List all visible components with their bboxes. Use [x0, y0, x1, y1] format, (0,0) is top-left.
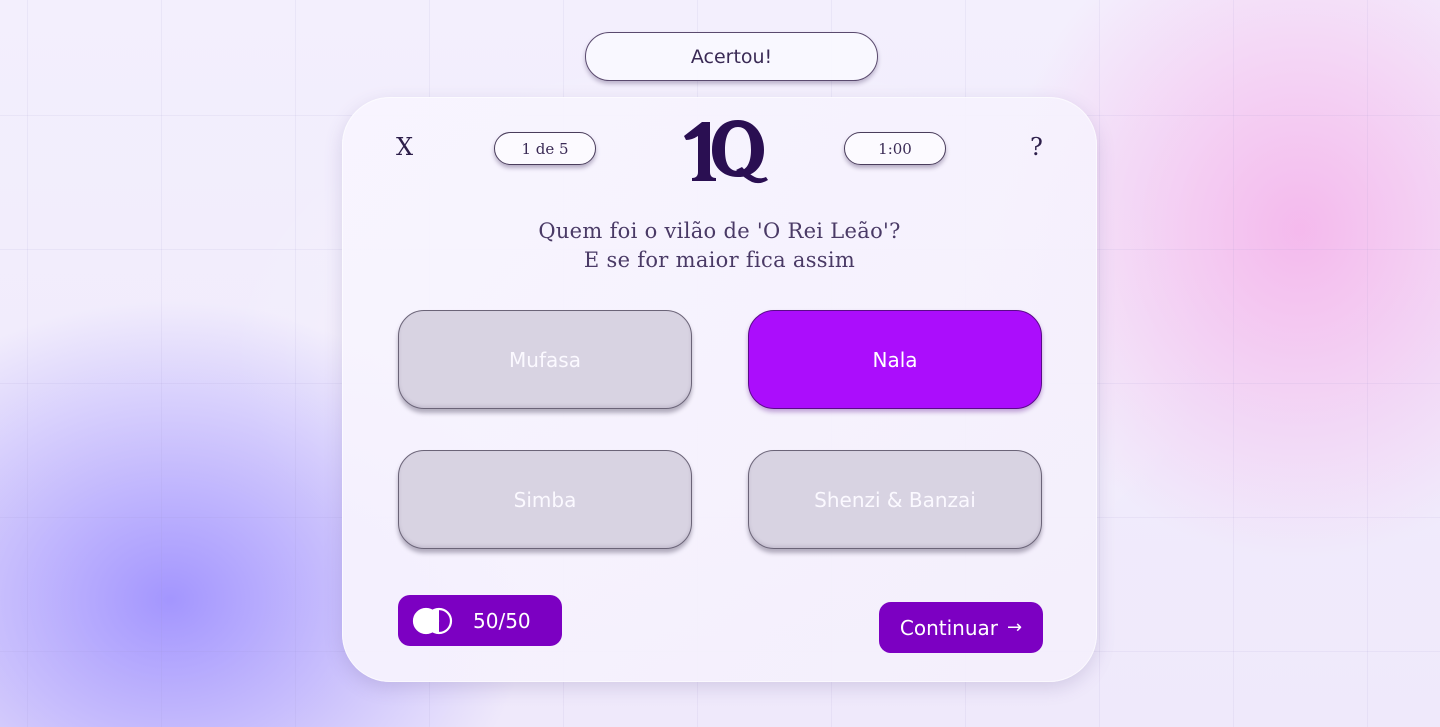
continue-label: Continuar — [899, 615, 998, 640]
fifty-fifty-button[interactable]: 50/50 — [398, 595, 562, 646]
answer-option-simba[interactable]: Simba — [398, 450, 692, 549]
question-line-1: Quem foi o vilão de 'O Rei Leão'? — [538, 219, 901, 243]
half-circle-icon — [412, 607, 453, 634]
timer-badge: 1:00 — [844, 132, 946, 165]
answer-option-shenzi-banzai[interactable]: Shenzi & Banzai — [748, 450, 1042, 549]
close-button[interactable]: X — [396, 133, 413, 161]
question-progress-badge: 1 de 5 — [494, 132, 596, 165]
fifty-fifty-label: 50/50 — [473, 608, 531, 633]
answer-option-nala[interactable]: Nala — [748, 310, 1042, 409]
arrow-right-icon: → — [1007, 617, 1023, 638]
question-text: Quem foi o vilão de 'O Rei Leão'? E se f… — [342, 217, 1097, 275]
answer-option-mufasa[interactable]: Mufasa — [398, 310, 692, 409]
continue-button[interactable]: Continuar → — [879, 602, 1043, 653]
logo — [684, 120, 768, 184]
feedback-toast: Acertou! — [585, 32, 878, 81]
help-button[interactable]: ? — [1030, 133, 1043, 161]
question-line-2: E se for maior fica assim — [583, 248, 856, 272]
